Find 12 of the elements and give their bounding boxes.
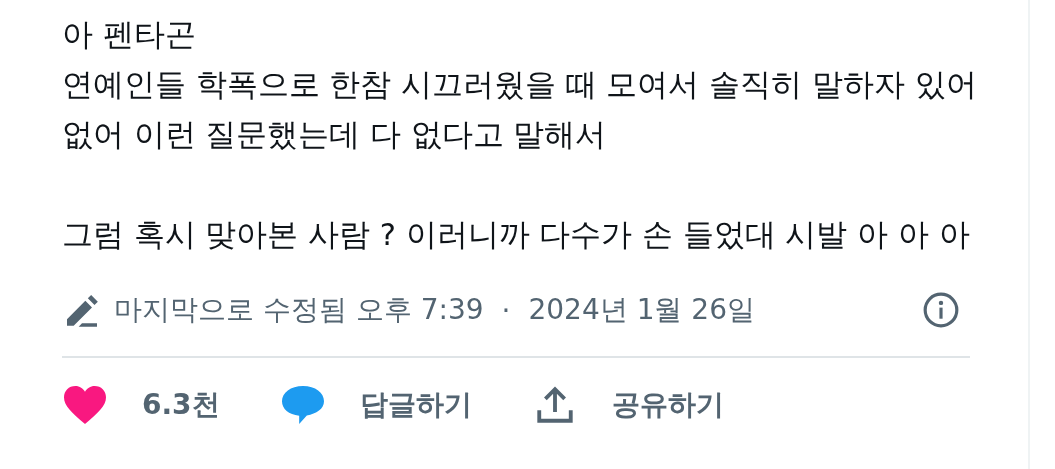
post-text: 없어 이런 질문했는데 다 없다고 말해서 — [62, 116, 608, 154]
like-button[interactable]: 6.3천 — [62, 384, 220, 426]
reply-button[interactable]: 답글하기 — [279, 384, 472, 426]
edited-time: 마지막으로 수정됨 오후 7:39 — [114, 292, 484, 328]
speech-bubble-icon — [279, 384, 326, 426]
post-date: 2024년 1월 26일 — [528, 292, 755, 328]
share-button[interactable]: 공유하기 — [531, 384, 724, 426]
info-icon[interactable] — [922, 291, 960, 329]
post-text: 연예인들 학폭으로 한참 시끄러웠을 때 모여서 솔직히 말하자 있어 — [62, 66, 978, 104]
post-text: 그럼 혹시 맞아본 사람 ? 이러니까 다수가 손 들었대 시발 아 아 아 — [62, 216, 971, 254]
separator-dot: · — [501, 293, 511, 327]
post-text: 아 펜타곤 — [62, 16, 197, 54]
